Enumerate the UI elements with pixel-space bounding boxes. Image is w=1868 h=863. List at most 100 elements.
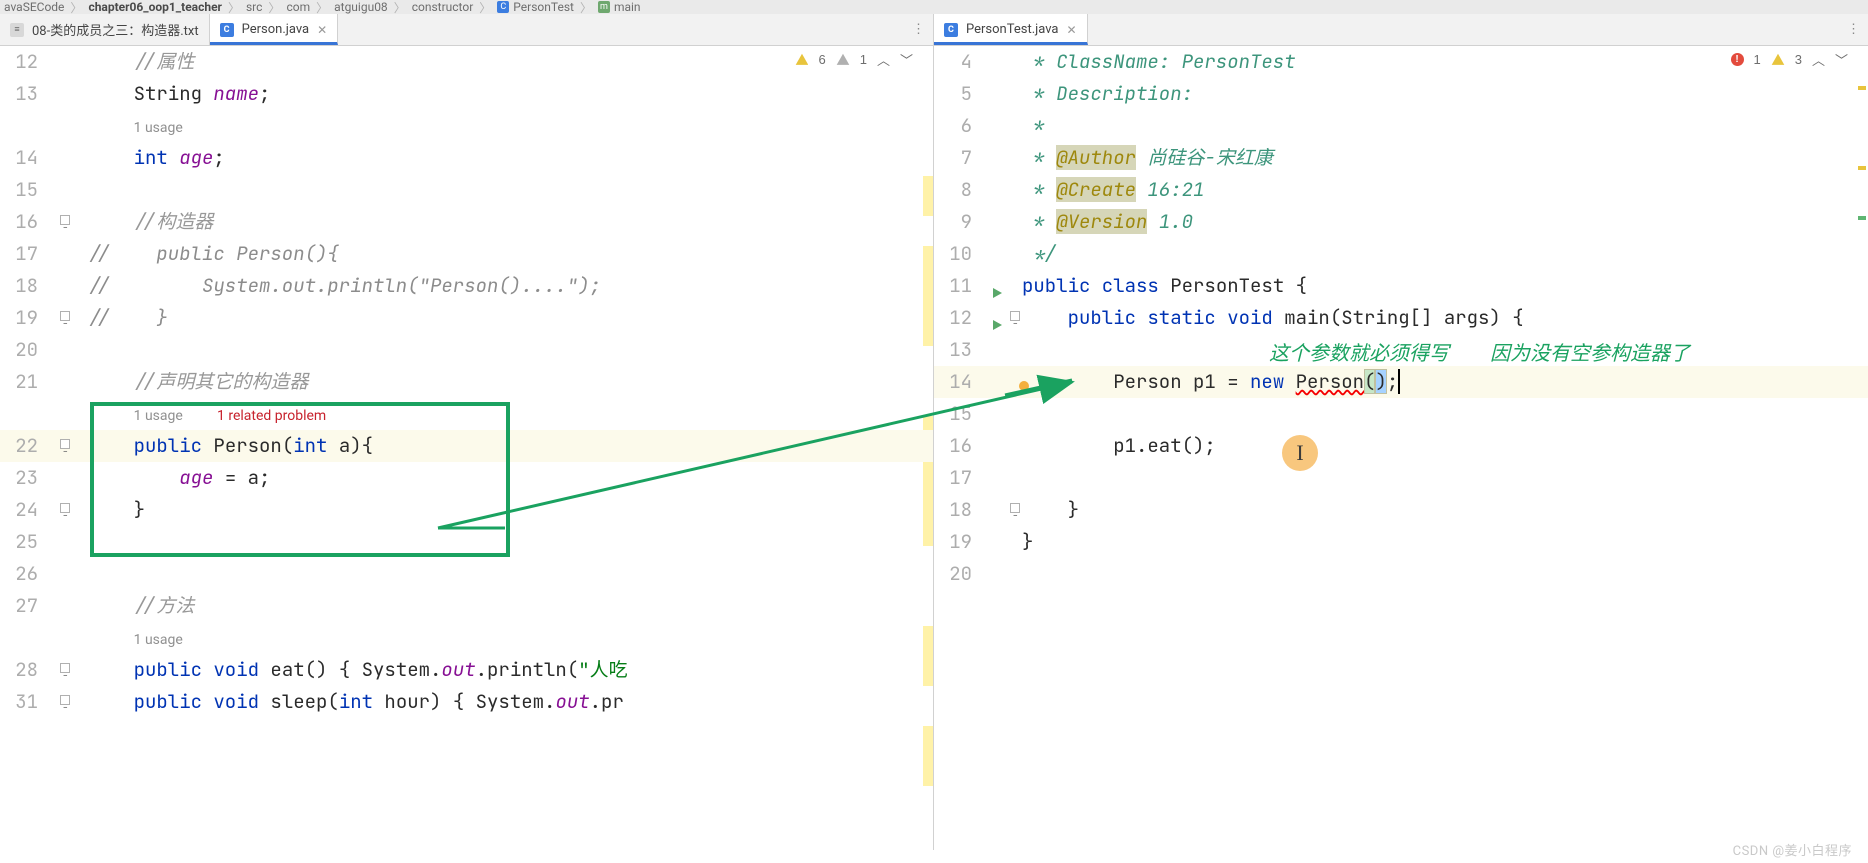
code[interactable]: * Description: (1014, 78, 1868, 110)
code[interactable]: * (1014, 110, 1868, 142)
right-editor-pane: C PersonTest.java ✕ ⋮ !1 3 ︿ ﹀ 4 * Class… (934, 14, 1868, 850)
code[interactable]: //构造器 (80, 206, 933, 238)
breadcrumbs: avaSECode 〉 chapter06_oop1_teacher 〉 src… (0, 0, 1868, 14)
code[interactable]: // } (80, 302, 933, 334)
line-number: 17 (0, 238, 58, 270)
code[interactable]: public void sleep(int hour) { System.out… (80, 686, 933, 718)
intention-bulb-icon[interactable] (1016, 374, 1032, 406)
line-number: 14 (934, 366, 992, 398)
marker-column[interactable] (1854, 46, 1868, 850)
code[interactable]: * @Create 16:21 (1014, 174, 1868, 206)
usage-inlay[interactable]: 1 usage (80, 110, 933, 142)
tab-menu-icon[interactable]: ⋮ (1839, 22, 1868, 37)
line-number: 7 (934, 142, 992, 174)
line-number: 28 (0, 654, 58, 686)
code[interactable]: } (1014, 526, 1868, 558)
line-number: 18 (934, 494, 992, 526)
code[interactable]: // System.out.println("Person()...."); (80, 270, 933, 302)
line-number: 21 (0, 366, 58, 398)
ibeam-icon: I (1296, 440, 1303, 466)
code[interactable]: * @Version 1.0 (1014, 206, 1868, 238)
left-editor-pane: ≡ 08-类的成员之三：构造器.txt C Person.java ✕ ⋮ 6 … (0, 14, 934, 850)
fold-icon[interactable] (60, 215, 70, 225)
code[interactable]: int age; (80, 142, 933, 174)
watermark: CSDN @姜小白程序 (1733, 840, 1852, 859)
code[interactable]: String name; (80, 78, 933, 110)
code[interactable]: public class PersonTest { (1014, 270, 1868, 302)
tab-menu-icon[interactable]: ⋮ (904, 22, 933, 37)
java-file-icon: C (220, 23, 234, 37)
method-icon: m (598, 1, 610, 13)
line-number: 25 (0, 526, 58, 558)
line-number: 9 (934, 206, 992, 238)
line-number: 26 (0, 558, 58, 590)
code[interactable]: * @Author 尚硅谷-宋红康 (1014, 142, 1868, 174)
fold-icon[interactable] (60, 439, 70, 449)
line-number: 16 (934, 430, 992, 462)
line-number: 5 (934, 78, 992, 110)
class-icon: C (497, 1, 509, 13)
fold-icon[interactable] (60, 503, 70, 513)
close-icon[interactable]: ✕ (317, 23, 327, 37)
bc-src[interactable]: src (246, 0, 262, 14)
line-number: 4 (934, 46, 992, 78)
left-tabs: ≡ 08-类的成员之三：构造器.txt C Person.java ✕ ⋮ (0, 14, 933, 46)
code[interactable]: * ClassName: PersonTest (1014, 46, 1868, 78)
line-number: 16 (0, 206, 58, 238)
txt-file-icon: ≡ (10, 23, 24, 37)
java-file-icon: C (944, 23, 958, 37)
line-number: 12 (934, 302, 992, 334)
line-number: 31 (0, 686, 58, 718)
left-editor[interactable]: 6 1 ︿ ﹀ 12 //属性 13 String name; 1 usage … (0, 46, 933, 850)
bc-method[interactable]: mmain (598, 0, 641, 14)
usage-inlay: 1 usage (134, 632, 183, 648)
tab-label: 08-类的成员之三：构造器.txt (32, 20, 199, 39)
code[interactable]: public Person(int a){ (80, 430, 933, 462)
bc-class[interactable]: CPersonTest (497, 0, 574, 14)
line-number: 8 (934, 174, 992, 206)
right-editor[interactable]: !1 3 ︿ ﹀ 4 * ClassName: PersonTest 5 * D… (934, 46, 1868, 850)
code[interactable]: } (1014, 494, 1868, 526)
annotation-text-1: 这个参数就必须得写 (1269, 337, 1449, 366)
code[interactable]: //声明其它的构造器 (80, 366, 933, 398)
bc-module[interactable]: chapter06_oop1_teacher (88, 0, 222, 14)
line-number: 12 (0, 46, 58, 78)
line-number: 17 (934, 462, 992, 494)
bc-pkg[interactable]: atguigu08 (334, 0, 388, 14)
line-number: 15 (0, 174, 58, 206)
fold-icon[interactable] (1010, 503, 1020, 513)
fold-icon[interactable] (60, 695, 70, 705)
usage-inlay: 1 usage (134, 408, 183, 424)
code[interactable]: // public Person(){ (80, 238, 933, 270)
annotation-text-2: 因为没有空参构造器了 (1490, 337, 1690, 366)
tab-label: Person.java (242, 22, 310, 37)
bc-subpkg[interactable]: constructor (412, 0, 474, 14)
related-problem: 1 related problem (217, 408, 326, 424)
line-number: 23 (0, 462, 58, 494)
bc-com[interactable]: com (286, 0, 310, 14)
tab-persontest-java[interactable]: C PersonTest.java ✕ (934, 14, 1088, 45)
line-number: 24 (0, 494, 58, 526)
fold-icon[interactable] (60, 663, 70, 673)
line-number: 11 (934, 270, 992, 302)
code[interactable]: public static void main(String[] args) { (1014, 302, 1868, 334)
code[interactable]: } (80, 494, 933, 526)
tab-person-java[interactable]: C Person.java ✕ (210, 14, 339, 45)
right-tabs: C PersonTest.java ✕ ⋮ (934, 14, 1868, 46)
code[interactable]: public void eat() { System.out.println("… (80, 654, 933, 686)
code[interactable]: Person p1 = new Person(); (1014, 366, 1868, 398)
line-number: 27 (0, 590, 58, 622)
tab-txt[interactable]: ≡ 08-类的成员之三：构造器.txt (0, 14, 210, 45)
line-number: 10 (934, 238, 992, 270)
code[interactable]: age = a; (80, 462, 933, 494)
code[interactable]: p1.eat(); (1014, 430, 1868, 462)
code[interactable]: //属性 (80, 46, 933, 78)
cursor-indicator: I (1282, 435, 1318, 471)
line-number: 20 (0, 334, 58, 366)
code[interactable]: //方法 (80, 590, 933, 622)
code[interactable]: */ (1014, 238, 1868, 270)
close-icon[interactable]: ✕ (1067, 23, 1077, 37)
fold-icon[interactable] (60, 311, 70, 321)
fold-icon[interactable] (1010, 311, 1020, 321)
bc-project[interactable]: avaSECode (4, 0, 64, 14)
